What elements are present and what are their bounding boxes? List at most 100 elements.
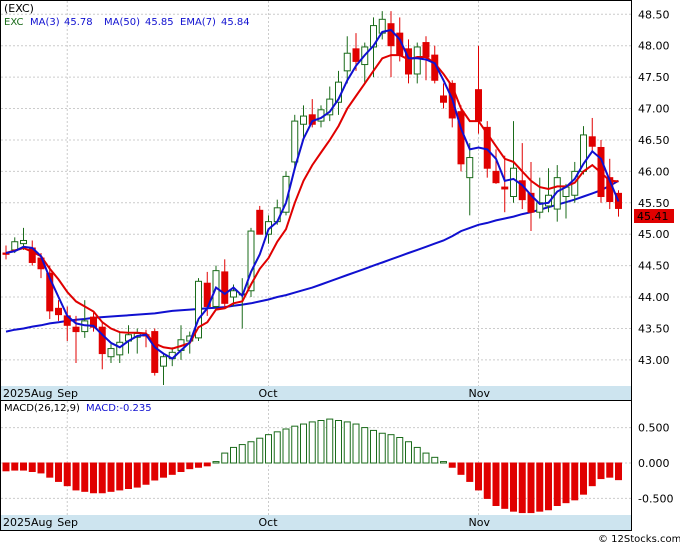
candle-body bbox=[72, 326, 80, 333]
candle-body bbox=[440, 95, 447, 103]
candle-body bbox=[352, 48, 360, 62]
candle-body bbox=[151, 331, 159, 373]
macd-bar bbox=[116, 462, 124, 491]
macd-tick-label: -0.500 bbox=[638, 492, 673, 505]
candle-body bbox=[116, 341, 124, 356]
macd-bar bbox=[475, 462, 482, 491]
macd-bar bbox=[72, 462, 80, 491]
legend-ema7-value: 45.84 bbox=[221, 17, 250, 28]
macd-bar bbox=[317, 420, 325, 464]
macd-bar bbox=[282, 428, 290, 464]
macd-bar bbox=[256, 437, 264, 464]
macd-bar bbox=[483, 462, 491, 499]
macd-bar bbox=[212, 461, 220, 464]
candle-body bbox=[387, 23, 395, 47]
macd-bar bbox=[457, 462, 465, 475]
macd-bar bbox=[133, 462, 141, 488]
macd-tick-label: 0.500 bbox=[638, 422, 670, 435]
macd-bar bbox=[11, 462, 19, 471]
candle-body bbox=[510, 167, 517, 198]
macd-bar bbox=[55, 462, 62, 482]
macd-bar bbox=[291, 425, 299, 464]
macd-bar bbox=[440, 461, 447, 464]
macd-bar bbox=[518, 462, 526, 514]
macd-bar bbox=[20, 462, 27, 471]
macd-bar bbox=[370, 429, 377, 464]
last-price-tag: 45.41 bbox=[637, 210, 669, 223]
price-tick-label: 46.50 bbox=[638, 134, 670, 147]
candle-body bbox=[20, 239, 27, 245]
candle-body bbox=[343, 52, 351, 72]
price-tick-label: 47.00 bbox=[638, 103, 670, 116]
price-tick-label: 45.00 bbox=[638, 228, 670, 241]
macd-bar bbox=[335, 420, 342, 464]
legend-ma3-value: 45.78 bbox=[64, 17, 93, 28]
macd-bar bbox=[2, 462, 10, 472]
price-tick-label: 47.50 bbox=[638, 71, 670, 84]
macd-bar bbox=[177, 462, 185, 472]
candle-body bbox=[11, 241, 19, 251]
macd-bar bbox=[413, 446, 421, 464]
candle-body bbox=[501, 186, 509, 190]
macd-bar bbox=[46, 462, 54, 478]
date-label: 2025Aug bbox=[3, 387, 52, 400]
date-label: Nov bbox=[469, 387, 491, 400]
chart-symbol: (EXC) bbox=[4, 2, 34, 15]
macd-tick-label: 0.000 bbox=[638, 457, 670, 470]
legend-ticker: EXC bbox=[4, 17, 23, 28]
macd-bar bbox=[273, 431, 281, 464]
macd-axis-labels: -0.500 0.000 0.500 bbox=[638, 422, 673, 506]
macd-bar bbox=[81, 462, 89, 492]
candle-body bbox=[230, 290, 237, 298]
price-date-band bbox=[1, 386, 631, 400]
macd-bar bbox=[396, 437, 404, 464]
legend-ma50-value: 45.85 bbox=[145, 17, 174, 28]
date-label: Sep bbox=[57, 387, 78, 400]
candle-body bbox=[413, 46, 421, 75]
macd-bar bbox=[545, 462, 552, 511]
macd-bar bbox=[615, 462, 622, 481]
price-tick-label: 48.50 bbox=[638, 8, 670, 21]
macd-bar bbox=[571, 462, 579, 501]
macd-value: MACD:-0.235 bbox=[86, 403, 152, 414]
date-label: Oct bbox=[259, 387, 279, 400]
macd-bar bbox=[168, 462, 176, 475]
macd-bar bbox=[510, 462, 517, 512]
macd-bar bbox=[361, 427, 369, 464]
legend-ma50-label: MA(50) bbox=[104, 17, 140, 28]
legend-ema7-label: EMA(7) bbox=[180, 17, 216, 28]
macd-bar bbox=[125, 462, 132, 489]
macd-bar bbox=[562, 462, 570, 504]
candle-body bbox=[588, 136, 596, 147]
macd-bar bbox=[492, 462, 500, 506]
date-label: 2025Aug bbox=[3, 516, 52, 529]
macd-bar bbox=[90, 462, 97, 494]
macd-bar bbox=[195, 462, 202, 468]
macd-bar bbox=[405, 441, 412, 464]
macd-bar bbox=[588, 462, 596, 487]
macd-date-band bbox=[1, 515, 631, 530]
macd-bar bbox=[378, 432, 386, 464]
macd-bar bbox=[63, 462, 71, 487]
macd-bar bbox=[326, 418, 334, 464]
macd-bar bbox=[230, 446, 237, 464]
price-tick-label: 44.50 bbox=[638, 260, 670, 273]
macd-label: MACD(26,12,9) bbox=[4, 403, 80, 414]
candle-body bbox=[300, 115, 307, 125]
candle-body bbox=[475, 89, 482, 122]
date-label: Sep bbox=[57, 516, 78, 529]
candle-body bbox=[291, 120, 299, 163]
macd-bar bbox=[466, 462, 474, 482]
macd-bar bbox=[265, 434, 272, 464]
macd-bar bbox=[247, 441, 255, 464]
watermark: © 12Stocks.com bbox=[598, 534, 680, 545]
macd-bar bbox=[37, 462, 45, 474]
macd-bar bbox=[142, 462, 150, 485]
price-tick-label: 45.50 bbox=[638, 197, 670, 210]
macd-bar bbox=[448, 462, 456, 468]
price-axis-labels: 43.00 43.50 44.00 44.50 45.00 45.50 46.00 46.50… bbox=[638, 8, 670, 367]
macd-bar bbox=[238, 444, 246, 464]
macd-bar bbox=[431, 456, 439, 464]
macd-bar bbox=[203, 462, 211, 467]
macd-bar bbox=[186, 462, 194, 470]
